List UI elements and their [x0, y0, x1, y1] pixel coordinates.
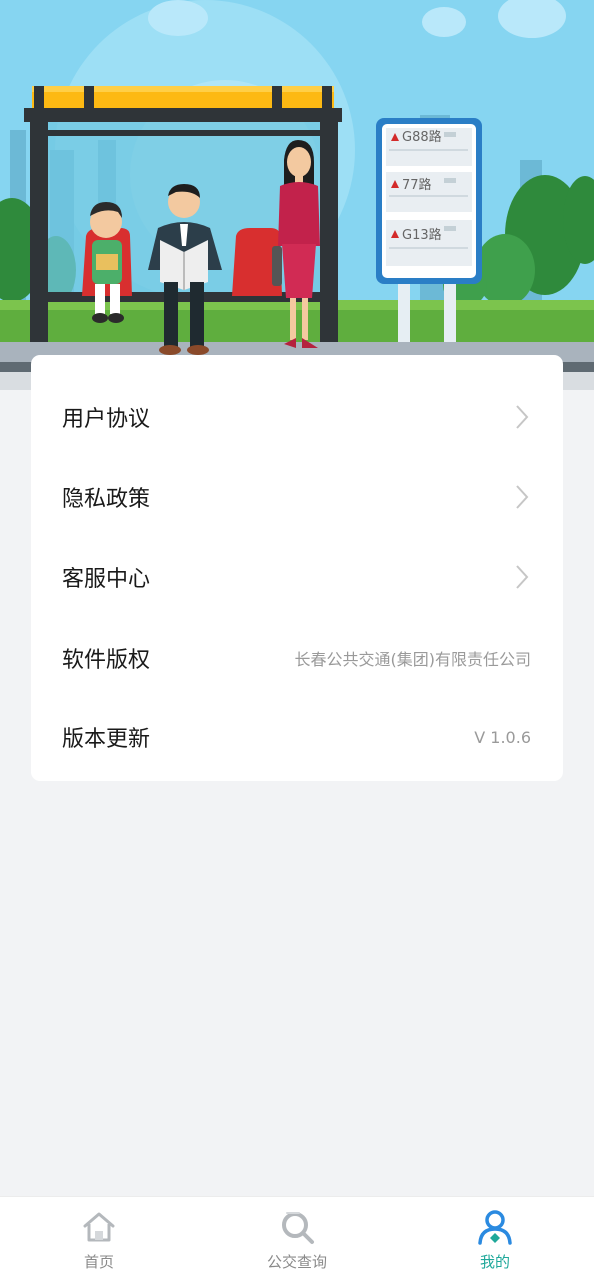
version-value: V 1.0.6: [474, 727, 531, 747]
route-sign-2: 77路: [402, 177, 432, 193]
search-icon: [282, 1212, 314, 1244]
profile-screen: G88路 77路 G13路 用户协议 隐私政策 客服中心 软件版权 长春公共交通…: [0, 0, 594, 1280]
settings-card: 用户协议 隐私政策 客服中心 软件版权 长春公共交通(集团)有限责任公司 版本更…: [31, 355, 563, 781]
chevron-right-icon: [516, 405, 529, 429]
customer-service-label: 客服中心: [62, 567, 151, 592]
tab-home[interactable]: 首页: [0, 1197, 198, 1280]
user-agreement-label: 用户协议: [62, 407, 151, 432]
version-update-row[interactable]: 版本更新 V 1.0.6: [31, 697, 563, 777]
user-icon: [478, 1210, 512, 1245]
tab-bus-query[interactable]: 公交查询: [198, 1197, 396, 1280]
version-update-label: 版本更新: [62, 727, 151, 752]
home-icon: [83, 1212, 115, 1242]
customer-service-row[interactable]: 客服中心: [31, 537, 563, 617]
tab-mine-label: 我的: [479, 1253, 510, 1271]
copyright-label: 软件版权: [62, 648, 151, 673]
tab-mine[interactable]: 我的: [396, 1197, 594, 1280]
privacy-policy-row[interactable]: 隐私政策: [31, 457, 563, 537]
chevron-right-icon: [516, 485, 529, 509]
chevron-right-icon: [516, 565, 529, 589]
copyright-row: 软件版权 长春公共交通(集团)有限责任公司: [31, 618, 563, 698]
route-sign-3: G13路: [402, 227, 442, 243]
user-agreement-row[interactable]: 用户协议: [31, 377, 563, 457]
route-sign-1: G88路: [402, 129, 442, 145]
privacy-policy-label: 隐私政策: [62, 487, 151, 512]
bottom-tab-bar: 首页 公交查询 我的: [0, 1196, 594, 1280]
tab-bus-query-label: 公交查询: [266, 1253, 327, 1271]
bus-stop-illustration: G88路 77路 G13路: [0, 0, 594, 390]
copyright-value: 长春公共交通(集团)有限责任公司: [294, 650, 532, 669]
tab-home-label: 首页: [83, 1253, 114, 1271]
